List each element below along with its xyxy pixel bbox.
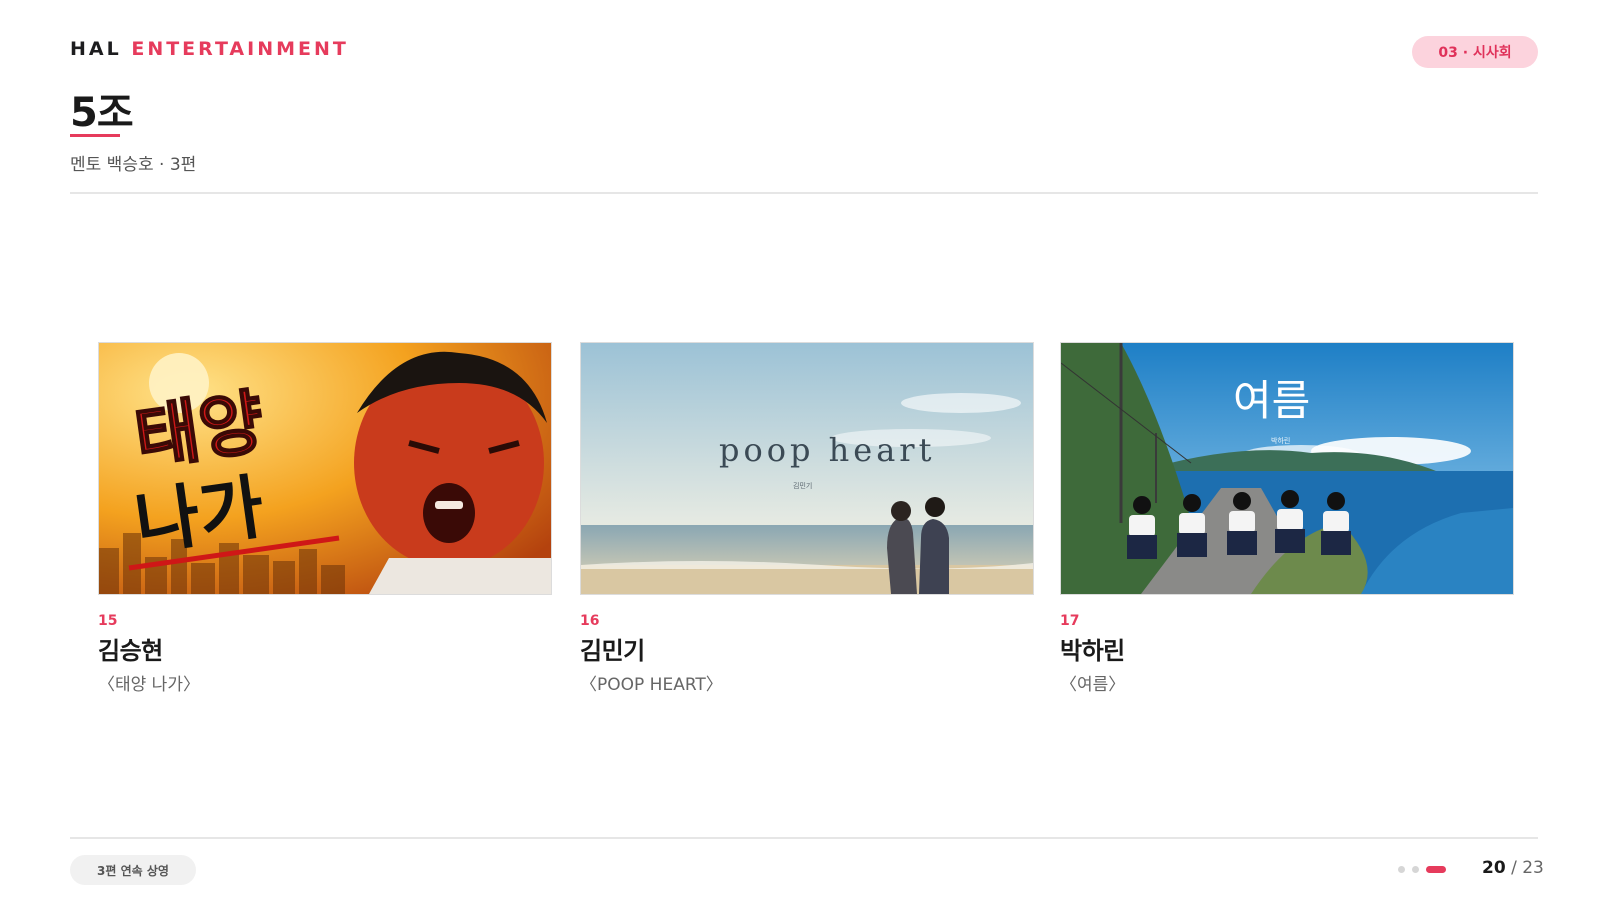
page-subtitle: 멘토 백승호 · 3편 [70, 155, 197, 175]
film-number: 16 [580, 613, 600, 629]
page-current: 20 [1482, 858, 1506, 878]
poster-image-poop-heart: poop heart 김민기 [581, 343, 1033, 594]
film-poster[interactable]: poop heart 김민기 [580, 342, 1034, 595]
director-name: 박하린 [1060, 637, 1125, 665]
slide-indicator[interactable] [1398, 866, 1446, 873]
film-card-17[interactable]: 여름 박하린 17 박하린 〈여름〉 [1060, 342, 1514, 695]
film-number: 15 [98, 613, 118, 629]
film-title: 〈여름〉 [1060, 675, 1126, 695]
svg-text:poop heart: poop heart [719, 431, 935, 469]
film-poster[interactable]: 여름 박하린 [1060, 342, 1514, 595]
poster-image-taeyang: 태양 나가 [99, 343, 551, 594]
footer-divider [70, 837, 1538, 839]
page-counter: 20 / 23 [1482, 858, 1544, 878]
footer-badge: 3편 연속 상영 [70, 855, 196, 885]
slide-dot[interactable] [1412, 866, 1419, 873]
poster-image-yeoreum: 여름 박하린 [1061, 343, 1513, 594]
film-number: 17 [1060, 613, 1080, 629]
svg-text:김민기: 김민기 [793, 481, 812, 490]
page-title: 5조 [70, 90, 134, 136]
svg-text:여름: 여름 [1233, 376, 1310, 425]
page-total: 23 [1522, 858, 1544, 878]
film-title: 〈태양 나가〉 [98, 675, 200, 695]
film-title: 〈POOP HEART〉 [580, 675, 723, 695]
director-name: 김승현 [98, 637, 163, 665]
page-separator: / [1511, 858, 1517, 878]
section-badge: 03 · 시사회 [1412, 36, 1538, 68]
slide-dot[interactable] [1398, 866, 1405, 873]
director-name: 김민기 [580, 637, 645, 665]
film-card-15[interactable]: 태양 나가 15 김승현 〈태양 나가〉 [98, 342, 552, 695]
slide-dot-active[interactable] [1426, 866, 1446, 873]
svg-text:박하린: 박하린 [1271, 436, 1290, 445]
brand-prefix: HAL [70, 38, 122, 60]
title-underline [70, 134, 120, 137]
brand-accent: ENTERTAINMENT [131, 38, 349, 60]
film-poster[interactable]: 태양 나가 [98, 342, 552, 595]
header-divider [70, 192, 1538, 194]
film-card-16[interactable]: poop heart 김민기 16 김민기 〈POOP HEART〉 [580, 342, 1034, 695]
brand-logo: HAL ENTERTAINMENT [70, 38, 349, 60]
